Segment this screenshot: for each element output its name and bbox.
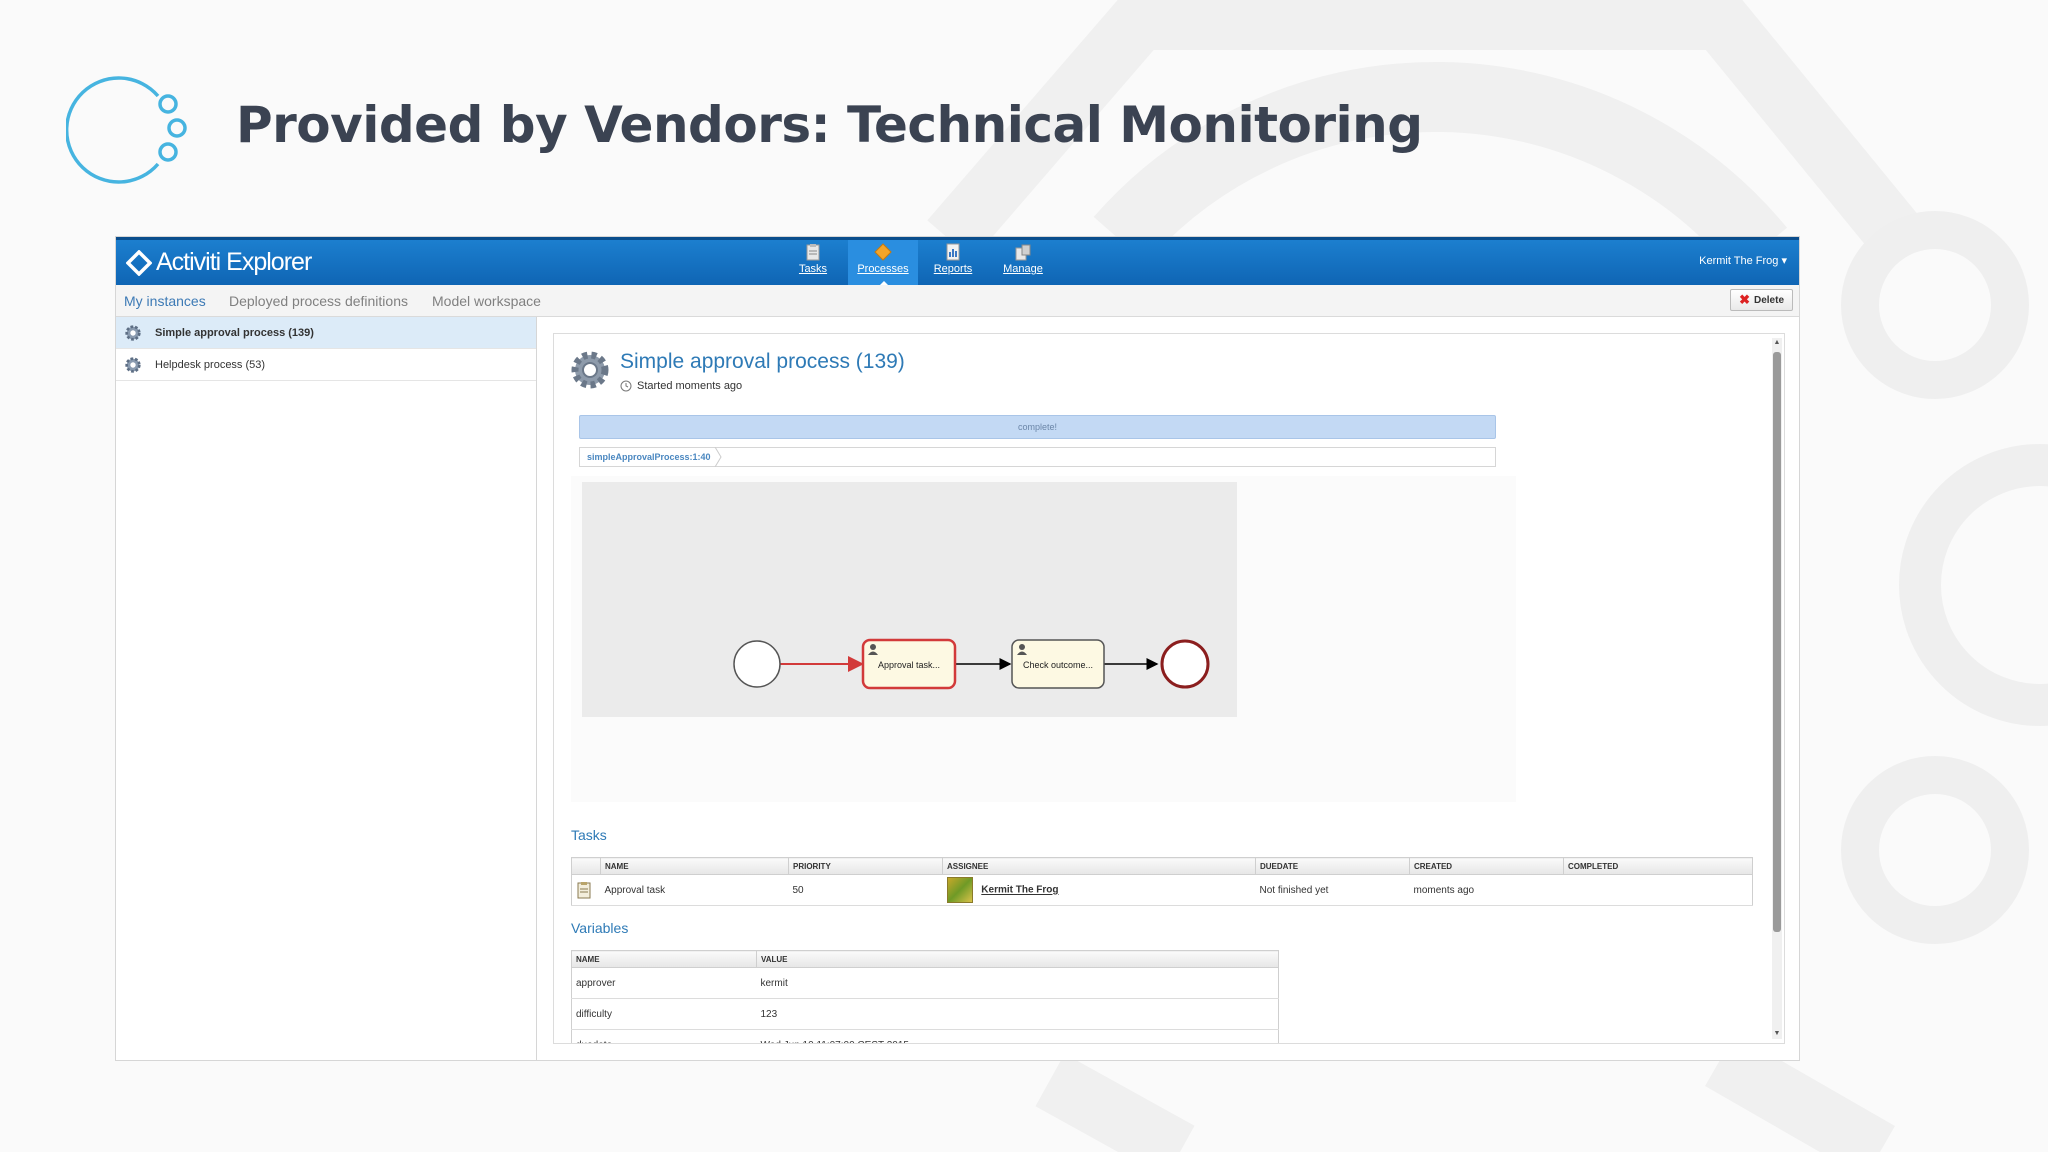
brand-name: Activiti Explorer (156, 248, 312, 276)
variable-value: 123 (756, 998, 1279, 1030)
nav-tasks-label: Tasks (798, 263, 828, 275)
variables-section-title: Variables (571, 920, 629, 936)
process-title: Simple approval process (139) (620, 350, 905, 373)
user-menu[interactable]: Kermit The Frog ▾ (1699, 254, 1787, 267)
column-header-icon (571, 857, 601, 875)
tab-model-workspace[interactable]: Model workspace (432, 293, 541, 309)
column-header[interactable]: NAME (571, 950, 757, 968)
check-outcome-label: Check outcome... (1023, 660, 1093, 670)
start-event[interactable] (733, 640, 781, 688)
variable-name: difficulty (571, 998, 757, 1030)
assignee-link[interactable]: Kermit The Frog (981, 885, 1058, 896)
variable-name: approver (571, 967, 757, 999)
table-header-row: NAME PRIORITY ASSIGNEE DUEDATE CREATED C… (571, 857, 1753, 875)
close-icon: ✖ (1739, 292, 1750, 307)
sub-navigation-bar: My instances Deployed process definition… (116, 285, 1799, 317)
progress-bar: complete! (579, 415, 1496, 439)
sidebar-item-helpdesk[interactable]: Helpdesk process (53) (116, 349, 536, 381)
delete-button[interactable]: ✖ Delete (1730, 289, 1793, 311)
column-header[interactable]: DUEDATE (1255, 857, 1410, 875)
clipboard-icon (577, 882, 591, 899)
report-icon (946, 243, 960, 261)
column-header[interactable]: COMPLETED (1563, 857, 1753, 875)
top-navigation-bar: Activiti Explorer Tasks Processes Report… (116, 237, 1799, 286)
sidebar-item-simple-approval[interactable]: Simple approval process (139) (116, 317, 536, 349)
nav-manage-label: Manage (1003, 263, 1043, 275)
task-duedate: Not finished yet (1255, 874, 1410, 906)
table-row[interactable]: approver kermit (571, 967, 1279, 999)
task-completed (1563, 874, 1753, 906)
gear-icon (571, 351, 609, 389)
main-nav: Tasks Processes Reports Manage (778, 240, 1058, 286)
end-event[interactable] (1160, 639, 1210, 689)
app-brand[interactable]: Activiti Explorer (126, 248, 312, 277)
clipboard-icon (806, 244, 820, 261)
variable-value: kermit (756, 967, 1279, 999)
delete-label: Delete (1753, 294, 1784, 306)
column-header[interactable]: VALUE (756, 950, 1279, 968)
diamond-logo-icon (126, 249, 152, 276)
table-row[interactable]: duedate Wed Jun 10 11:07:00 CEST 2015 (571, 1029, 1279, 1043)
table-header-row: NAME VALUE (571, 950, 1279, 968)
avatar (946, 877, 973, 903)
column-header[interactable]: PRIORITY (788, 857, 943, 875)
breadcrumb-item[interactable]: simpleApprovalProcess:1:40 (587, 452, 711, 462)
process-diagram: Approval task... Check outcome... (582, 482, 1237, 717)
nav-processes[interactable]: Processes (848, 240, 918, 286)
gear-icon (125, 356, 141, 373)
gear-icon (125, 324, 141, 341)
scroll-down-icon[interactable]: ▼ (1773, 1030, 1781, 1038)
tab-deployed-process-definitions[interactable]: Deployed process definitions (229, 293, 408, 309)
variables-table: NAME VALUE approver kermit difficulty 12… (571, 950, 1279, 1043)
task-created: moments ago (1409, 874, 1564, 906)
scroll-up-icon[interactable]: ▲ (1773, 339, 1781, 347)
diamond-icon (874, 243, 892, 261)
instances-sidebar: Simple approval process (139) Helpdesk p… (116, 317, 537, 1060)
clock-icon (620, 380, 632, 392)
task-priority: 50 (788, 874, 943, 906)
activiti-explorer-window: Activiti Explorer Tasks Processes Report… (115, 236, 1800, 1061)
tasks-table: NAME PRIORITY ASSIGNEE DUEDATE CREATED C… (571, 857, 1753, 906)
variable-name: duedate (571, 1029, 757, 1043)
process-diagram-panel: Approval task... Check outcome... (571, 476, 1516, 802)
tasks-section-title: Tasks (571, 827, 607, 843)
nav-reports[interactable]: Reports (918, 240, 988, 285)
breadcrumb: simpleApprovalProcess:1:40 (579, 447, 1496, 467)
started-text: Started moments ago (637, 380, 743, 392)
nav-reports-label: Reports (933, 263, 973, 275)
nav-processes-label: Processes (857, 263, 909, 275)
column-header[interactable]: NAME (600, 857, 789, 875)
tab-my-instances[interactable]: My instances (124, 293, 206, 309)
bpmn-diagram: Approval task... Check outcome... (733, 638, 1210, 690)
column-header[interactable]: CREATED (1409, 857, 1564, 875)
approval-task-label: Approval task... (878, 660, 940, 670)
company-logo-icon (66, 76, 187, 184)
manage-icon (1015, 244, 1031, 261)
sidebar-item-label: Simple approval process (139) (155, 326, 314, 339)
table-row[interactable]: difficulty 123 (571, 998, 1279, 1030)
table-row[interactable]: Approval task 50 Kermit The Frog Not fin… (571, 874, 1753, 906)
chevron-right-icon (714, 447, 722, 467)
sidebar-item-label: Helpdesk process (53) (155, 358, 266, 371)
variable-value: Wed Jun 10 11:07:00 CEST 2015 (756, 1029, 1279, 1043)
vertical-scrollbar[interactable]: ▲ ▼ (1772, 338, 1782, 1039)
process-instance-detail: Simple approval process (139) Started mo… (553, 333, 1785, 1044)
nav-manage[interactable]: Manage (988, 240, 1058, 285)
task-name: Approval task (600, 874, 789, 906)
process-started: Started moments ago (620, 380, 742, 392)
nav-tasks[interactable]: Tasks (778, 240, 848, 285)
column-header[interactable]: ASSIGNEE (942, 857, 1256, 875)
slide-title: Provided by Vendors: Technical Monitorin… (236, 96, 1423, 154)
scrollbar-thumb[interactable] (1773, 352, 1781, 932)
progress-label: complete! (1017, 422, 1058, 432)
